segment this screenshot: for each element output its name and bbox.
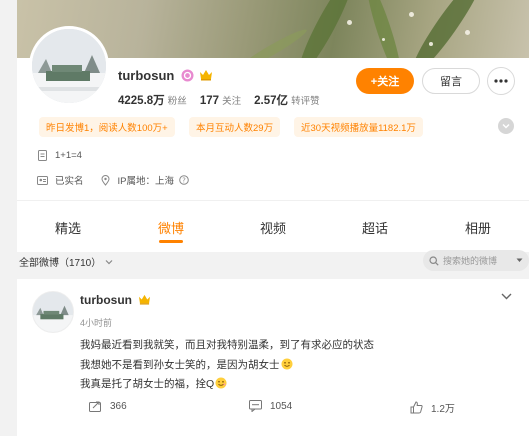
chevron-down-icon bbox=[105, 259, 113, 264]
bio-row: 1+1=4 bbox=[37, 150, 82, 161]
meta-row: 已实名 IP属地：上海 ? bbox=[37, 173, 189, 187]
tab-featured[interactable]: 精选 bbox=[55, 218, 81, 237]
profile-card: turbosun 4225.8万 粉丝 177 关注 2.57亿 转评赞 +关注… bbox=[17, 0, 529, 252]
verified-text: 已实名 bbox=[55, 176, 84, 187]
more-options-button[interactable] bbox=[487, 67, 515, 95]
smile-emoji-icon bbox=[281, 358, 293, 373]
following-count: 177 bbox=[199, 95, 220, 107]
comment-icon bbox=[249, 400, 262, 412]
tag-video-views[interactable]: 近30天视频播放量1182.1万 bbox=[294, 117, 423, 137]
id-card-icon bbox=[37, 175, 48, 186]
wink-emoji-icon bbox=[215, 377, 227, 392]
help-icon[interactable]: ? bbox=[179, 175, 189, 185]
profile-stats: 4225.8万 粉丝 177 关注 2.57亿 转评赞 bbox=[118, 92, 330, 108]
tab-album[interactable]: 相册 bbox=[465, 218, 491, 237]
caret-down-icon bbox=[516, 258, 523, 262]
post-options-button[interactable] bbox=[501, 287, 512, 305]
crown-icon bbox=[199, 69, 213, 84]
post-card: turbosun 4小时前 我妈最近看到我就笑，而且对我特别温柔，到了有求必应的… bbox=[17, 279, 529, 436]
like-count: 1.2万 bbox=[431, 404, 455, 415]
post-text-line: 我想她不是看到孙女士笑的，是因为胡女士 bbox=[80, 357, 293, 373]
comment-button[interactable]: 1054 bbox=[249, 400, 292, 412]
post-avatar[interactable] bbox=[32, 291, 74, 333]
post-text-line: 我妈最近看到我就笑，而且对我特别温柔，到了有求必应的状态 bbox=[80, 339, 374, 351]
verified-badge-icon bbox=[181, 69, 194, 85]
all-posts-label: 全部微博（1710） bbox=[19, 258, 102, 269]
share-icon bbox=[89, 401, 101, 412]
search-icon bbox=[429, 255, 439, 266]
post-text-line: 我真是托了胡女士的福，拴Q bbox=[80, 376, 227, 392]
thumbs-up-icon bbox=[410, 401, 423, 414]
active-tab-indicator bbox=[159, 240, 183, 243]
post-timestamp[interactable]: 4小时前 bbox=[80, 316, 112, 329]
expand-tags-button[interactable] bbox=[498, 118, 514, 134]
followers-label: 粉丝 bbox=[167, 96, 187, 107]
more-icon bbox=[494, 79, 508, 83]
crown-icon bbox=[138, 294, 151, 308]
engagement-label: 转评赞 bbox=[291, 96, 320, 107]
engagement-count: 2.57亿 bbox=[254, 95, 289, 107]
search-placeholder: 搜索她的微博 bbox=[443, 256, 498, 266]
comment-count: 1054 bbox=[270, 400, 293, 412]
post-search-input[interactable]: 搜索她的微博 bbox=[423, 250, 529, 271]
location-icon bbox=[100, 174, 111, 186]
profile-username: turbosun bbox=[118, 68, 213, 85]
tag-monthly-interaction[interactable]: 本月互动人数29万 bbox=[189, 117, 281, 137]
chevron-down-icon bbox=[502, 124, 510, 129]
following-label: 关注 bbox=[222, 96, 242, 107]
tab-super-topic[interactable]: 超话 bbox=[362, 218, 388, 237]
svg-text:?: ? bbox=[182, 177, 186, 185]
message-button[interactable]: 留言 bbox=[422, 68, 480, 94]
followers-count: 4225.8万 bbox=[118, 95, 165, 107]
bio-text: 1+1=4 bbox=[55, 150, 82, 161]
chevron-down-icon bbox=[501, 293, 512, 300]
tag-daily-posts[interactable]: 昨日发博1，阅读人数100万+ bbox=[39, 117, 175, 137]
follow-button[interactable]: +关注 bbox=[356, 68, 414, 94]
repost-count: 366 bbox=[110, 400, 127, 412]
avatar[interactable] bbox=[29, 26, 109, 106]
ip-location-text: IP属地：上海 bbox=[117, 176, 174, 187]
divider bbox=[17, 200, 529, 201]
repost-button[interactable]: 366 bbox=[89, 400, 127, 412]
post-username[interactable]: turbosun bbox=[80, 293, 151, 308]
all-posts-filter[interactable]: 全部微博（1710） bbox=[19, 254, 113, 269]
tab-weibo[interactable]: 微博 bbox=[158, 218, 184, 237]
tab-video[interactable]: 视频 bbox=[260, 218, 286, 237]
like-button[interactable]: 1.2万 bbox=[410, 400, 455, 415]
document-icon bbox=[37, 150, 48, 161]
